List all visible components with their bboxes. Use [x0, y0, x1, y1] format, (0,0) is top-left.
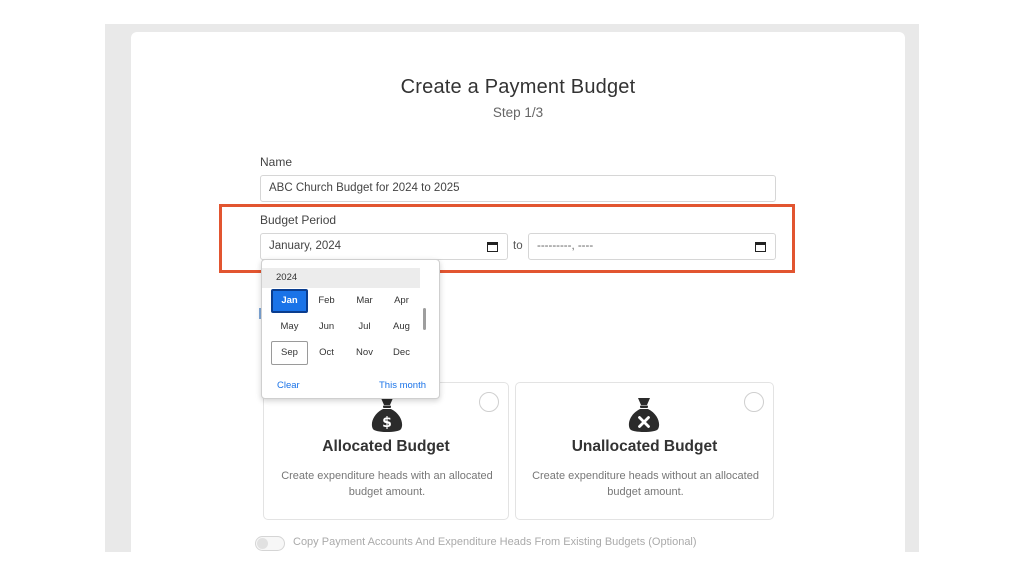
month-nov[interactable]: Nov	[346, 341, 383, 365]
unallocated-budget-description: Create expenditure heads without an allo…	[532, 470, 759, 498]
money-bag-x-icon	[628, 398, 660, 432]
month-apr[interactable]: Apr	[383, 289, 420, 313]
unallocated-budget-radio[interactable]	[744, 392, 764, 412]
toggle-knob	[257, 538, 268, 549]
month-jul[interactable]: Jul	[346, 315, 383, 339]
allocated-budget-description: Create expenditure heads with an allocat…	[281, 470, 493, 498]
month-sep[interactable]: Sep	[271, 341, 308, 365]
page-title: Create a Payment Budget	[400, 76, 636, 98]
copy-accounts-label: Copy Payment Accounts And Expenditure He…	[293, 536, 697, 548]
month-may[interactable]: May	[271, 315, 308, 339]
picker-scrollbar[interactable]	[423, 308, 426, 330]
month-aug[interactable]: Aug	[383, 315, 420, 339]
month-picker-popup: 2024 Jan Feb Mar Apr May Jun Jul Aug Sep…	[261, 259, 440, 399]
month-jun[interactable]: Jun	[308, 315, 345, 339]
allocated-budget-radio[interactable]	[479, 392, 499, 412]
name-input-value: ABC Church Budget for 2024 to 2025	[269, 182, 460, 194]
name-label: Name	[260, 155, 293, 169]
unallocated-budget-card[interactable]: Unallocated Budget Create expenditure he…	[515, 382, 774, 520]
step-indicator: Step 1/3	[492, 105, 544, 120]
picker-this-month-button[interactable]: This month	[379, 380, 426, 391]
svg-text:$: $	[382, 415, 392, 431]
month-mar[interactable]: Mar	[346, 289, 383, 313]
unallocated-budget-title: Unallocated Budget	[571, 438, 718, 455]
month-oct[interactable]: Oct	[308, 341, 345, 365]
money-bag-dollar-icon: $	[371, 398, 403, 432]
month-feb[interactable]: Feb	[308, 289, 345, 313]
picker-clear-button[interactable]: Clear	[277, 380, 300, 391]
month-jan[interactable]: Jan	[271, 289, 308, 313]
allocated-budget-title: Allocated Budget	[322, 438, 450, 455]
budget-form-card: Create a Payment Budget Step 1/3 Name AB…	[131, 32, 905, 552]
copy-accounts-toggle[interactable]	[255, 536, 285, 551]
allocated-budget-card[interactable]: $ Allocated Budget Create expenditure he…	[263, 382, 509, 520]
name-input[interactable]: ABC Church Budget for 2024 to 2025	[260, 175, 776, 202]
picker-year-header[interactable]: 2024	[262, 268, 420, 288]
month-dec[interactable]: Dec	[383, 341, 420, 365]
